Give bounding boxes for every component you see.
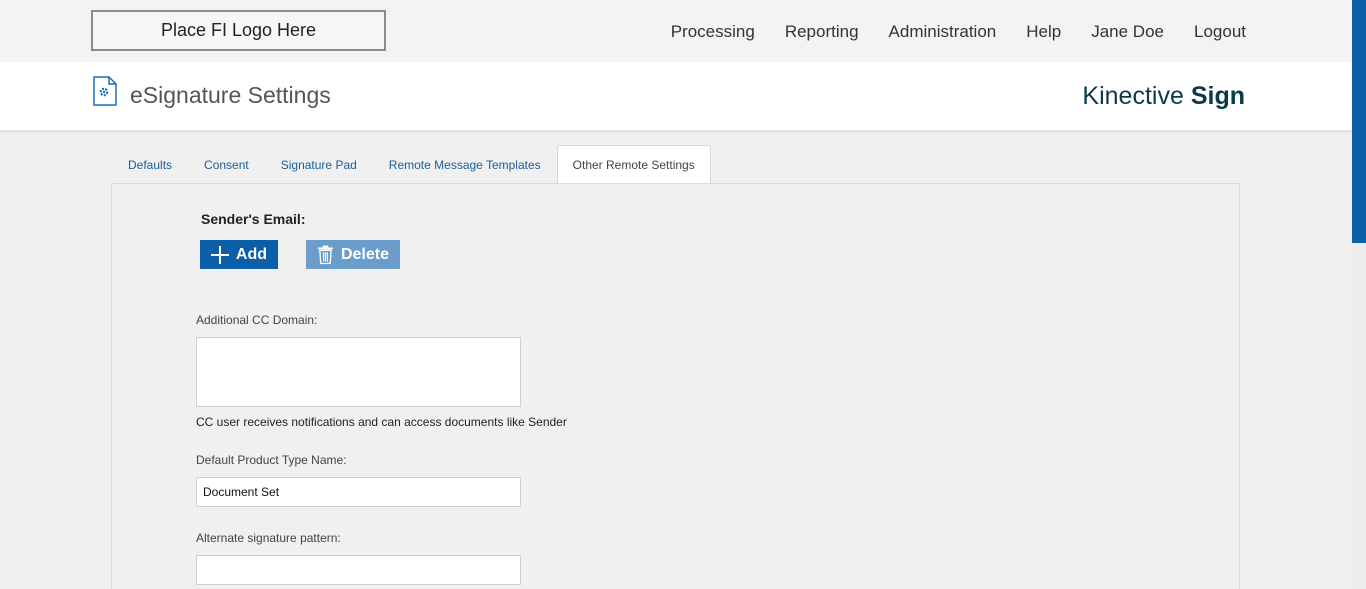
product-type-label: Default Product Type Name: xyxy=(196,453,347,467)
delete-button-label: Delete xyxy=(340,245,389,263)
scrollbar-thumb[interactable] xyxy=(1352,0,1366,243)
product-type-input[interactable] xyxy=(196,477,521,507)
tab-consent[interactable]: Consent xyxy=(188,145,265,184)
add-button[interactable]: Add xyxy=(200,240,278,269)
top-bar: Place FI Logo Here Processing Reporting … xyxy=(0,0,1352,62)
brand-light: Kinective xyxy=(1082,82,1184,110)
nav-administration[interactable]: Administration xyxy=(889,22,997,42)
trash-icon xyxy=(317,245,334,264)
plus-icon xyxy=(211,245,229,264)
nav-reporting[interactable]: Reporting xyxy=(785,22,859,42)
nav-help[interactable]: Help xyxy=(1026,22,1061,42)
alt-signature-label: Alternate signature pattern: xyxy=(196,531,341,545)
brand-bold: Sign xyxy=(1190,82,1245,110)
tab-defaults[interactable]: Defaults xyxy=(112,145,188,184)
main-nav: Processing Reporting Administration Help… xyxy=(671,22,1246,42)
nav-processing[interactable]: Processing xyxy=(671,22,755,42)
nav-logout[interactable]: Logout xyxy=(1194,22,1246,42)
page-title: eSignature Settings xyxy=(130,82,331,108)
logo-placeholder[interactable]: Place FI Logo Here xyxy=(91,10,386,51)
cc-domain-label: Additional CC Domain: xyxy=(196,313,318,327)
brand-logo: Kinective Sign xyxy=(1082,82,1245,111)
tab-signature-pad[interactable]: Signature Pad xyxy=(265,145,373,184)
tab-other-remote-settings[interactable]: Other Remote Settings xyxy=(556,145,711,184)
settings-document-icon xyxy=(93,76,117,106)
add-button-label: Add xyxy=(235,245,267,263)
alt-signature-input[interactable] xyxy=(196,555,521,585)
delete-button[interactable]: Delete xyxy=(306,240,400,269)
settings-tabs: Defaults Consent Signature Pad Remote Me… xyxy=(112,145,711,184)
cc-domain-textarea[interactable] xyxy=(196,337,521,407)
tab-remote-message-templates[interactable]: Remote Message Templates xyxy=(373,145,557,184)
cc-help-text: CC user receives notifications and can a… xyxy=(196,415,567,429)
settings-panel: Sender's Email: Add Delete Additional CC… xyxy=(111,183,1240,589)
nav-user-menu[interactable]: Jane Doe xyxy=(1091,22,1164,42)
senders-email-label: Sender's Email: xyxy=(201,211,306,227)
page-header: eSignature Settings Kinective Sign xyxy=(0,62,1352,130)
page: Place FI Logo Here Processing Reporting … xyxy=(0,0,1366,589)
